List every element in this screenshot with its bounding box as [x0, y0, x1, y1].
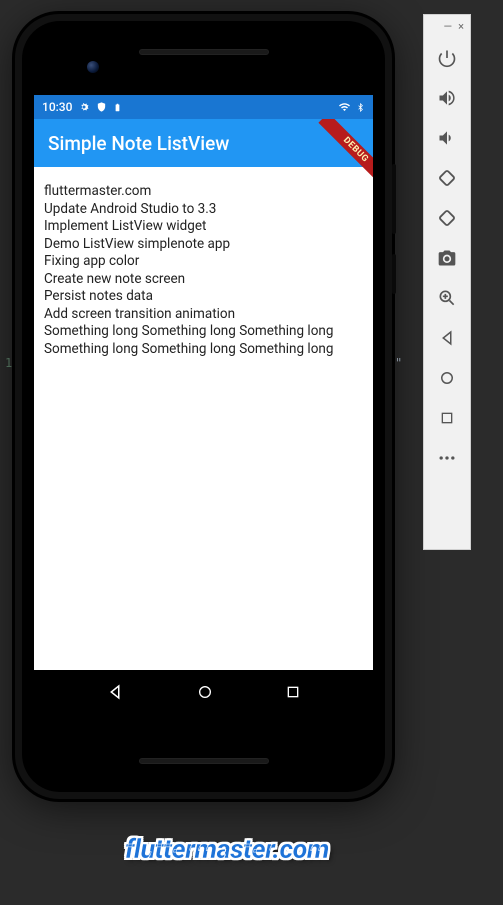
- wifi-icon: [337, 101, 352, 113]
- editor-cursor: ": [395, 356, 402, 370]
- nav-back-icon[interactable]: [106, 683, 124, 705]
- camera-icon[interactable]: [429, 240, 465, 276]
- zoom-icon[interactable]: [429, 280, 465, 316]
- list-item[interactable]: fluttermaster.com: [44, 183, 363, 201]
- watermark: fluttermaster.com: [125, 833, 329, 865]
- home-icon[interactable]: [429, 360, 465, 396]
- device-bezel: 10:30: [22, 21, 385, 792]
- device-frame: 10:30: [15, 14, 392, 799]
- list-item[interactable]: Create new note screen: [44, 271, 363, 289]
- list-item[interactable]: Demo ListView simplenote app: [44, 236, 363, 254]
- android-nav-bar: [34, 670, 373, 718]
- list-item[interactable]: Update Android Studio to 3.3: [44, 201, 363, 219]
- list-item[interactable]: Something long Something long Something …: [44, 323, 363, 358]
- rotate-left-icon[interactable]: [429, 160, 465, 196]
- overview-icon[interactable]: [429, 400, 465, 436]
- device-camera: [87, 61, 99, 73]
- rotate-right-icon[interactable]: [429, 200, 465, 236]
- nav-recent-icon[interactable]: [285, 684, 301, 704]
- list-item[interactable]: Fixing app color: [44, 253, 363, 271]
- close-button[interactable]: ×: [458, 21, 464, 32]
- nav-home-icon[interactable]: [197, 684, 213, 704]
- app-title: Simple Note ListView: [48, 132, 229, 155]
- list-item[interactable]: Implement ListView widget: [44, 218, 363, 236]
- shield-icon: [96, 101, 107, 113]
- device-speaker-bottom: [139, 758, 269, 764]
- status-time: 10:30: [42, 100, 72, 114]
- power-icon[interactable]: [429, 40, 465, 76]
- battery-icon: [113, 101, 122, 114]
- volume-up-icon[interactable]: [429, 80, 465, 116]
- note-list[interactable]: fluttermaster.comUpdate Android Studio t…: [34, 167, 373, 374]
- minimize-button[interactable]: —: [444, 21, 453, 32]
- device-power-button: [392, 254, 396, 294]
- editor-line-number: 1: [5, 356, 12, 370]
- back-icon[interactable]: [429, 320, 465, 356]
- device-screen: 10:30: [34, 95, 373, 718]
- volume-down-icon[interactable]: [429, 120, 465, 156]
- android-status-bar: 10:30: [34, 95, 373, 119]
- list-item[interactable]: Add screen transition animation: [44, 306, 363, 324]
- device-volume-button: [392, 164, 396, 234]
- more-icon[interactable]: [429, 440, 465, 476]
- list-item[interactable]: Persist notes data: [44, 288, 363, 306]
- gear-icon: [78, 101, 90, 113]
- emulator-toolbar: — ×: [423, 14, 471, 550]
- bluetooth-icon: [356, 101, 365, 114]
- device-speaker-top: [139, 49, 269, 55]
